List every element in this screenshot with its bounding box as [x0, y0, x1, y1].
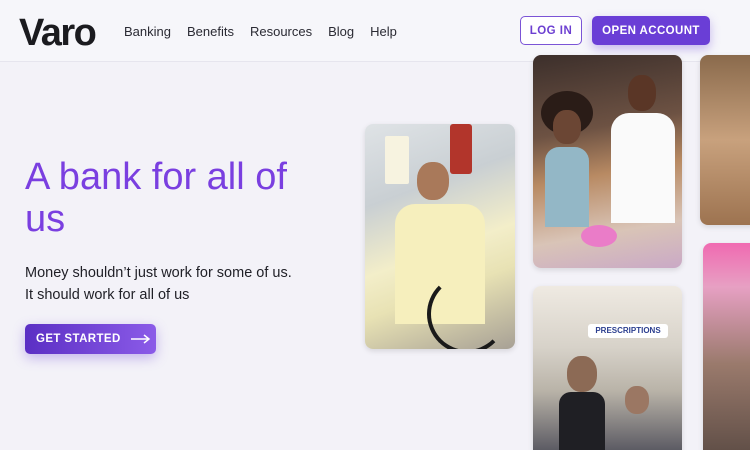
- nav-help[interactable]: Help: [370, 24, 397, 39]
- kid-head: [567, 356, 597, 392]
- photo-couple-shopping: [533, 55, 682, 268]
- arrow-right-icon: [130, 334, 151, 344]
- fuel-pump: [450, 124, 472, 174]
- photo-gas-station: [365, 124, 515, 349]
- woman-head: [553, 110, 581, 144]
- hero-subtitle: Money shouldn’t just work for some of us…: [25, 262, 345, 306]
- man-head-2: [628, 75, 656, 111]
- varo-logo[interactable]: Varo: [19, 12, 97, 55]
- hero-title: A bank for all of us: [25, 156, 287, 240]
- photo-pharmacy-aisle: PRESCRIPTIONS: [533, 286, 682, 450]
- photo-market-edge: [700, 55, 750, 225]
- flowers: [581, 225, 617, 247]
- get-started-label: GET STARTED: [36, 333, 121, 345]
- login-button[interactable]: LOG IN: [520, 16, 582, 45]
- get-started-button[interactable]: GET STARTED: [25, 324, 156, 354]
- hero-subtitle-line-1: Money shouldn’t just work for some of us…: [25, 265, 292, 281]
- photo-barber-edge: [703, 243, 750, 450]
- nav-blog[interactable]: Blog: [328, 24, 354, 39]
- man-head: [417, 162, 449, 200]
- nav-banking[interactable]: Banking: [124, 24, 171, 39]
- man-body: [611, 113, 675, 223]
- pharmacy-sign: PRESCRIPTIONS: [588, 324, 668, 338]
- girl-head: [625, 386, 649, 414]
- site-header: Varo Banking Benefits Resources Blog Hel…: [0, 0, 750, 62]
- nav-benefits[interactable]: Benefits: [187, 24, 234, 39]
- woman-body: [545, 147, 589, 227]
- nav-resources[interactable]: Resources: [250, 24, 312, 39]
- main-nav: Banking Benefits Resources Blog Help: [124, 24, 413, 39]
- open-account-button[interactable]: OPEN ACCOUNT: [592, 16, 710, 45]
- fuel-hose: [427, 274, 507, 349]
- hero-subtitle-line-2: It should work for all of us: [25, 287, 190, 303]
- price-sign: [385, 136, 409, 184]
- kid-body: [559, 392, 605, 450]
